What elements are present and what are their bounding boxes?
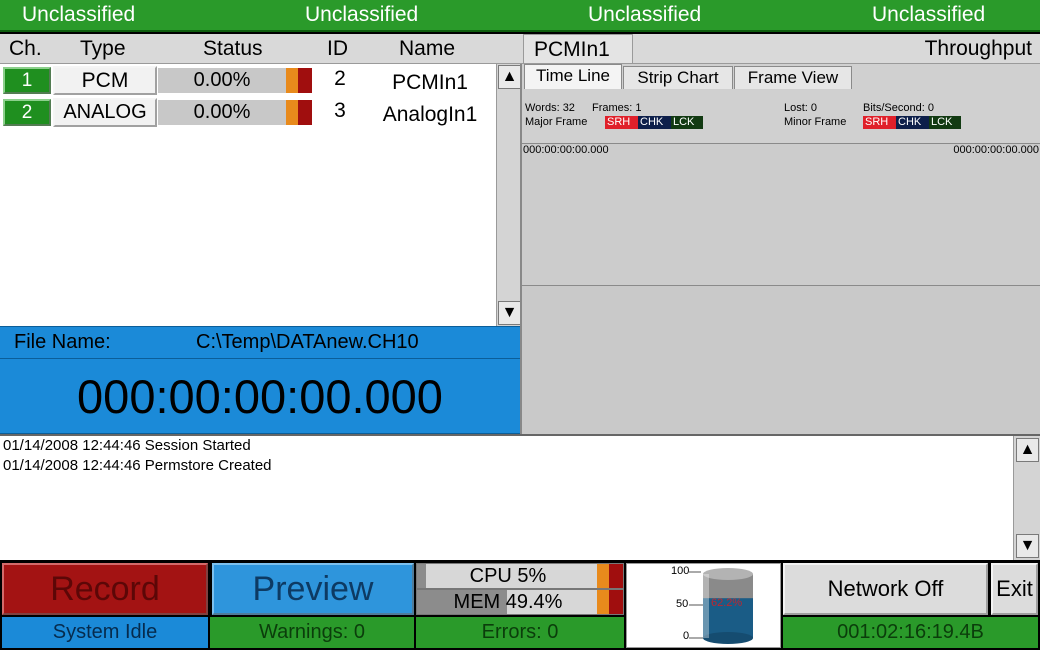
minor-frame-flags: SRH CHK LCK	[863, 116, 973, 129]
channel-row[interactable]: 1 PCM 0.00% 2 PCMIn1	[0, 65, 496, 96]
disk-usage-gauge: 100 50 0 62.2%	[626, 563, 781, 648]
log-scrollbar[interactable]: ▲ ▼	[1013, 436, 1040, 560]
tab-frame-view[interactable]: Frame View	[734, 66, 852, 89]
scroll-up-icon[interactable]: ▲	[1016, 438, 1039, 462]
status-indicator-orange	[286, 100, 298, 125]
channel-type-button[interactable]: ANALOG	[53, 98, 157, 127]
major-frame-label: Major Frame	[525, 116, 588, 128]
column-header-name[interactable]: Name	[399, 37, 455, 61]
channel-list-scrollbar[interactable]: ▲ ▼	[496, 64, 521, 326]
scroll-down-icon[interactable]: ▼	[498, 301, 521, 325]
column-header-type[interactable]: Type	[80, 37, 126, 61]
channel-status: 0.00%	[158, 68, 286, 93]
channel-id: 2	[334, 67, 346, 90]
classification-label: Unclassified	[305, 3, 419, 26]
frame-info: Words: 32 Frames: 1 Major Frame SRH CHK …	[522, 89, 1040, 144]
scroll-down-icon[interactable]: ▼	[1016, 534, 1039, 558]
channel-status: 0.00%	[158, 100, 286, 125]
detail-tabs: Time Line Strip Chart Frame View	[522, 64, 1040, 89]
channel-id: 3	[334, 99, 346, 122]
tab-time-line[interactable]: Time Line	[524, 64, 622, 89]
lost-count: Lost: 0	[784, 102, 818, 114]
network-toggle-button[interactable]: Network Off	[783, 563, 988, 615]
channel-type-button[interactable]: PCM	[53, 66, 157, 95]
time-line-view[interactable]: 000:00:00:00.000 000:00:00:00.000	[522, 144, 1040, 286]
timeline-end: 000:00:00:00.000	[953, 144, 1039, 156]
disk-scale-label: 50	[676, 598, 689, 610]
disk-usage-label: 62.2%	[711, 597, 743, 609]
timeline-start: 000:00:00:00.000	[523, 144, 609, 156]
elapsed-time: 001:02:16:19.4B	[783, 617, 1038, 648]
exit-button[interactable]: Exit	[991, 563, 1038, 615]
classification-banner: Unclassified Unclassified Unclassified U…	[0, 0, 1040, 32]
channel-name: AnalogIn1	[382, 103, 478, 126]
flag-chk: CHK	[896, 116, 929, 129]
channel-number-button[interactable]: 1	[3, 67, 51, 94]
channel-table-header: Ch. Type Status ID Name	[0, 34, 520, 64]
classification-label: Unclassified	[872, 3, 986, 26]
memory-label: MEM 49.4%	[453, 591, 563, 613]
recording-timer: 000:00:00:00.000	[0, 359, 520, 434]
minor-frame-label: Minor Frame	[784, 116, 847, 128]
frames-count: Frames: 1	[592, 102, 642, 114]
log-entry: 01/14/2008 12:44:46 Permstore Created	[3, 457, 272, 474]
preview-button[interactable]: Preview	[212, 563, 414, 615]
timer-value: 000:00:00:00.000	[77, 370, 443, 423]
classification-label: Unclassified	[22, 3, 136, 26]
flag-srh: SRH	[605, 116, 638, 129]
system-state: System Idle	[2, 617, 208, 648]
flag-chk: CHK	[638, 116, 671, 129]
detail-channel-name: PCMIn1	[523, 34, 633, 64]
bits-per-second: Bits/Second: 0	[863, 102, 934, 114]
channel-number-button[interactable]: 2	[3, 99, 51, 126]
channel-list: 1 PCM 0.00% 2 PCMIn1 2 ANALOG 0.00% 3 An…	[0, 64, 496, 326]
column-header-status[interactable]: Status	[203, 37, 263, 61]
channel-row[interactable]: 2 ANALOG 0.00% 3 AnalogIn1	[0, 97, 496, 128]
cpu-meter: CPU 5%	[416, 563, 624, 589]
channel-name: PCMIn1	[392, 71, 468, 94]
memory-indicator-red	[609, 590, 623, 614]
classification-label: Unclassified	[588, 3, 702, 26]
column-header-id[interactable]: ID	[327, 37, 348, 61]
tab-strip-chart[interactable]: Strip Chart	[623, 66, 733, 89]
file-name-label: File Name:	[14, 331, 111, 353]
log-entry: 01/14/2008 12:44:46 Session Started	[3, 437, 251, 454]
record-button[interactable]: Record	[2, 563, 208, 615]
status-indicator-red	[298, 100, 312, 125]
status-indicator-red	[298, 68, 312, 93]
disk-scale-label: 100	[671, 565, 690, 577]
flag-lck: LCK	[671, 116, 703, 129]
warnings-count[interactable]: Warnings: 0	[210, 617, 414, 648]
cpu-indicator-orange	[597, 564, 609, 588]
flag-srh: SRH	[863, 116, 896, 129]
memory-meter: MEM 49.4%	[416, 589, 624, 615]
major-frame-flags: SRH CHK LCK	[605, 116, 715, 129]
memory-indicator-orange	[597, 590, 609, 614]
file-name-bar: File Name: C:\Temp\DATAnew.CH10	[0, 326, 520, 359]
words-count: Words: 32	[525, 102, 575, 114]
column-header-ch[interactable]: Ch.	[9, 37, 42, 61]
detail-panel-header: PCMIn1 Throughput	[520, 34, 1040, 64]
cpu-label: CPU 5%	[469, 565, 547, 587]
status-indicator-orange	[286, 68, 298, 93]
errors-count[interactable]: Errors: 0	[416, 617, 624, 648]
scroll-up-icon[interactable]: ▲	[498, 65, 521, 89]
event-log: 01/14/2008 12:44:46 Session Started 01/1…	[0, 434, 1040, 560]
flag-lck: LCK	[929, 116, 961, 129]
file-path: C:\Temp\DATAnew.CH10	[196, 331, 419, 353]
detail-metric-label: Throughput	[924, 37, 1032, 60]
cpu-indicator-red	[609, 564, 623, 588]
